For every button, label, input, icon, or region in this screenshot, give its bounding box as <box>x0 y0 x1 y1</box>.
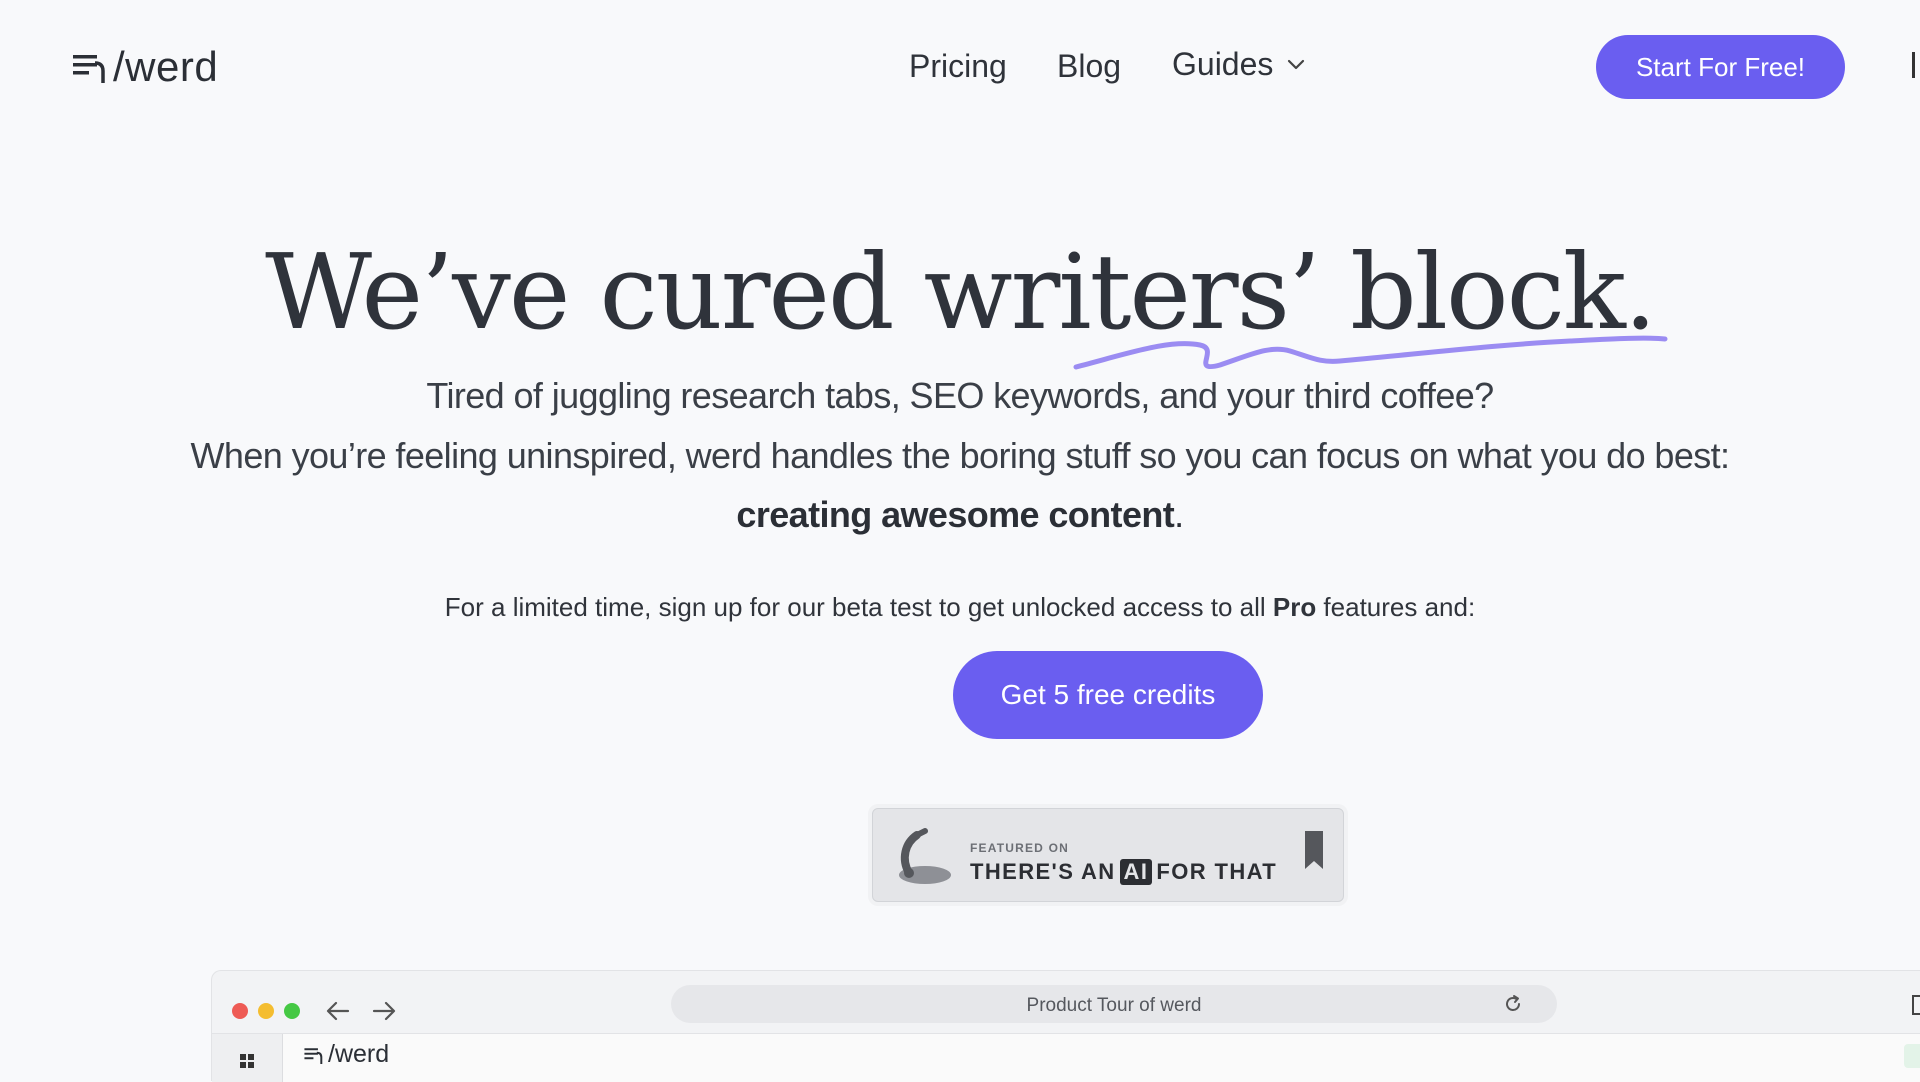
forward-arrow-icon[interactable] <box>372 1001 396 1021</box>
app-sidebar <box>212 1034 283 1082</box>
chevron-down-icon <box>1288 59 1305 70</box>
app-logo-text: /werd <box>328 1040 390 1068</box>
reload-icon[interactable] <box>1503 994 1523 1014</box>
get-free-credits-button[interactable]: Get 5 free credits <box>953 651 1263 739</box>
badge-title-start: THERE'S AN <box>970 859 1116 884</box>
beta-promo-text: For a limited time, sign up for our beta… <box>0 594 1920 620</box>
badge-ai-box: AI <box>1119 859 1153 885</box>
lines-logo-icon <box>73 55 105 83</box>
start-for-free-button[interactable]: Start For Free! <box>1596 35 1845 99</box>
site-header: /werd Pricing Blog Guides Start For Free… <box>0 0 1920 134</box>
app-preview-header: /werd <box>212 1033 1920 1082</box>
app-werd-logo[interactable]: /werd <box>304 1042 389 1067</box>
clipped-nav-item[interactable] <box>1912 52 1920 78</box>
bookmark-icon <box>1305 831 1323 869</box>
nav-guides-dropdown[interactable]: Guides <box>1172 48 1305 80</box>
featured-on-badge[interactable]: FEATURED ON THERE'S AN AI FOR THAT <box>872 808 1344 902</box>
lines-logo-icon <box>304 1047 323 1064</box>
address-bar-title: Product Tour of werd <box>1026 995 1202 1016</box>
back-arrow-icon[interactable] <box>326 1001 350 1021</box>
nav-blog[interactable]: Blog <box>1057 50 1121 82</box>
dashboard-grid-icon[interactable] <box>240 1054 254 1068</box>
werd-logo[interactable]: /werd <box>73 42 218 92</box>
underline-squiggle <box>1073 335 1668 370</box>
nav-pricing[interactable]: Pricing <box>909 50 1007 82</box>
badge-title-end: FOR THAT <box>1156 859 1278 884</box>
badge-title: THERE'S AN AI FOR THAT <box>970 859 1277 885</box>
robot-arm-logo-icon <box>899 828 951 884</box>
hero-period: . <box>1174 494 1184 535</box>
minimize-window-dot <box>258 1003 274 1019</box>
address-bar[interactable]: Product Tour of werd <box>671 985 1557 1023</box>
nav-guides-label: Guides <box>1172 46 1274 82</box>
clipped-toolbar-icon[interactable] <box>1912 995 1920 1015</box>
badge-featured-label: FEATURED ON <box>970 841 1069 855</box>
hero-subtitle-line-1: Tired of juggling research tabs, SEO key… <box>426 375 1494 416</box>
clipped-status-chip <box>1904 1044 1920 1068</box>
promo-text-end: features and: <box>1316 592 1476 622</box>
maximize-window-dot <box>284 1003 300 1019</box>
logo-text: /werd <box>113 43 219 90</box>
product-tour-browser-frame: Product Tour of werd /werd <box>211 970 1920 1082</box>
hero-emphasis: creating awesome content <box>736 494 1175 535</box>
close-window-dot <box>232 1003 248 1019</box>
promo-pro: Pro <box>1272 592 1317 622</box>
hero-subtitle-line-2: When you’re feeling uninspired, werd han… <box>190 435 1731 476</box>
promo-text-start: For a limited time, sign up for our beta… <box>444 592 1273 622</box>
hero-subtitle-line-3: creating awesome content. <box>0 497 1920 533</box>
